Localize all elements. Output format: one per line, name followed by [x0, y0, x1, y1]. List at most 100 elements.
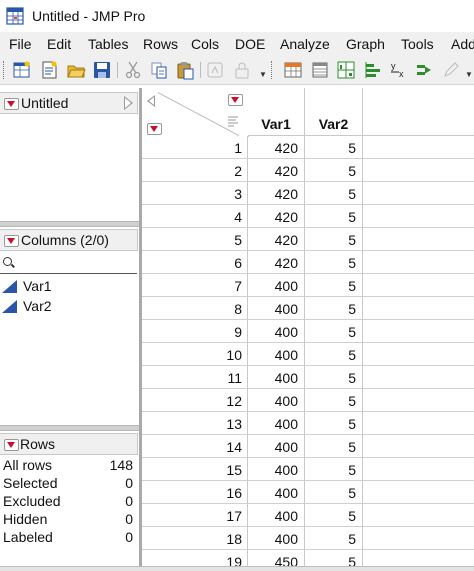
row-number-cell[interactable]: 12 — [142, 389, 248, 412]
menu-cols[interactable]: Cols — [191, 36, 219, 52]
red-triangle-menu-icon[interactable] — [4, 98, 19, 110]
red-triangle-menu-icon[interactable] — [4, 235, 19, 247]
cell-var2[interactable]: 5 — [305, 389, 363, 412]
cell-var2[interactable]: 5 — [305, 527, 363, 550]
collapse-panel-icon[interactable] — [124, 96, 133, 110]
cell-empty[interactable] — [363, 527, 474, 550]
menu-analyze[interactable]: Analyze — [280, 36, 330, 52]
toolbar-overflow-caret[interactable]: ▼ — [259, 70, 267, 79]
cell-var1[interactable]: 400 — [248, 274, 305, 297]
menu-file[interactable]: File — [9, 36, 32, 52]
graph-builder-icon[interactable] — [336, 60, 356, 80]
toolbar-grip[interactable] — [271, 61, 275, 79]
row-number-cell[interactable]: 1 — [142, 136, 248, 159]
copy-icon[interactable] — [149, 60, 169, 80]
row-number-cell[interactable]: 14 — [142, 435, 248, 458]
cell-var2[interactable]: 5 — [305, 366, 363, 389]
columns-panel-header[interactable]: Columns (2/0) — [0, 229, 138, 251]
row-number-cell[interactable]: 11 — [142, 366, 248, 389]
cell-var1[interactable]: 400 — [248, 389, 305, 412]
cell-empty[interactable] — [363, 159, 474, 182]
menu-tables[interactable]: Tables — [88, 36, 128, 52]
row-number-cell[interactable]: 4 — [142, 205, 248, 228]
row-number-cell[interactable]: 3 — [142, 182, 248, 205]
open-icon[interactable] — [66, 60, 86, 80]
panel-splitter[interactable] — [0, 221, 139, 227]
cell-empty[interactable] — [363, 481, 474, 504]
cell-var2[interactable]: 5 — [305, 435, 363, 458]
menu-graph[interactable]: Graph — [346, 36, 385, 52]
pencil-icon[interactable] — [441, 60, 461, 80]
tabulate-icon[interactable] — [310, 60, 330, 80]
row-number-cell[interactable]: 8 — [142, 297, 248, 320]
column-header-empty[interactable] — [363, 88, 474, 136]
cell-empty[interactable] — [363, 343, 474, 366]
cell-empty[interactable] — [363, 412, 474, 435]
row-number-cell[interactable]: 18 — [142, 527, 248, 550]
toolbar-grip[interactable] — [3, 61, 7, 79]
cell-var2[interactable]: 5 — [305, 297, 363, 320]
row-number-cell[interactable]: 10 — [142, 343, 248, 366]
menu-edit[interactable]: Edit — [47, 36, 71, 52]
cell-empty[interactable] — [363, 435, 474, 458]
row-number-cell[interactable]: 6 — [142, 251, 248, 274]
distribution-icon[interactable] — [363, 60, 383, 80]
row-number-cell[interactable]: 16 — [142, 481, 248, 504]
cell-var2[interactable]: 5 — [305, 343, 363, 366]
cell-empty[interactable] — [363, 228, 474, 251]
lock-icon[interactable] — [232, 60, 252, 80]
cell-var1[interactable]: 420 — [248, 228, 305, 251]
cell-empty[interactable] — [363, 297, 474, 320]
cell-var1[interactable]: 420 — [248, 205, 305, 228]
embed-icon[interactable] — [205, 60, 225, 80]
menu-tools[interactable]: Tools — [401, 36, 434, 52]
cell-empty[interactable] — [363, 458, 474, 481]
row-number-cell[interactable]: 9 — [142, 320, 248, 343]
cell-var1[interactable]: 400 — [248, 366, 305, 389]
save-icon[interactable] — [92, 60, 112, 80]
columns-red-triangle-icon[interactable] — [228, 94, 243, 106]
cell-var1[interactable]: 400 — [248, 435, 305, 458]
cell-empty[interactable] — [363, 251, 474, 274]
cell-var2[interactable]: 5 — [305, 159, 363, 182]
row-number-cell[interactable]: 15 — [142, 458, 248, 481]
cell-var1[interactable]: 400 — [248, 504, 305, 527]
cell-var2[interactable]: 5 — [305, 550, 363, 566]
cell-var2[interactable]: 5 — [305, 251, 363, 274]
rows-panel-header[interactable]: Rows — [0, 433, 138, 455]
red-triangle-menu-icon[interactable] — [4, 439, 19, 451]
row-number-cell[interactable]: 13 — [142, 412, 248, 435]
cell-var1[interactable]: 400 — [248, 412, 305, 435]
row-number-cell[interactable]: 19 — [142, 550, 248, 566]
cell-var1[interactable]: 400 — [248, 481, 305, 504]
cell-var2[interactable]: 5 — [305, 205, 363, 228]
menu-add-ins[interactable]: Add — [451, 36, 474, 52]
fit-model-icon[interactable] — [415, 60, 435, 80]
cell-var1[interactable]: 420 — [248, 251, 305, 274]
cell-var1[interactable]: 400 — [248, 343, 305, 366]
toolbar-overflow-caret[interactable]: ▼ — [465, 70, 473, 79]
cell-var1[interactable]: 400 — [248, 458, 305, 481]
cell-var2[interactable]: 5 — [305, 412, 363, 435]
rows-red-triangle-icon[interactable] — [147, 123, 162, 135]
menu-rows[interactable]: Rows — [143, 36, 178, 52]
cut-icon[interactable] — [123, 60, 143, 80]
cell-var2[interactable]: 5 — [305, 504, 363, 527]
menu-doe[interactable]: DOE — [235, 36, 265, 52]
paste-icon[interactable] — [175, 60, 195, 80]
row-number-cell[interactable]: 7 — [142, 274, 248, 297]
new-script-icon[interactable] — [39, 60, 59, 80]
cell-empty[interactable] — [363, 389, 474, 412]
cell-var2[interactable]: 5 — [305, 182, 363, 205]
column-search-input[interactable] — [0, 251, 137, 274]
column-header-var2[interactable]: Var2 — [305, 88, 363, 136]
cell-empty[interactable] — [363, 320, 474, 343]
cell-var2[interactable]: 5 — [305, 481, 363, 504]
cell-empty[interactable] — [363, 504, 474, 527]
cell-var1[interactable]: 450 — [248, 550, 305, 566]
new-table-icon[interactable] — [12, 60, 32, 80]
cell-var2[interactable]: 5 — [305, 458, 363, 481]
cell-var1[interactable]: 400 — [248, 320, 305, 343]
cell-empty[interactable] — [363, 136, 474, 159]
cell-var2[interactable]: 5 — [305, 320, 363, 343]
